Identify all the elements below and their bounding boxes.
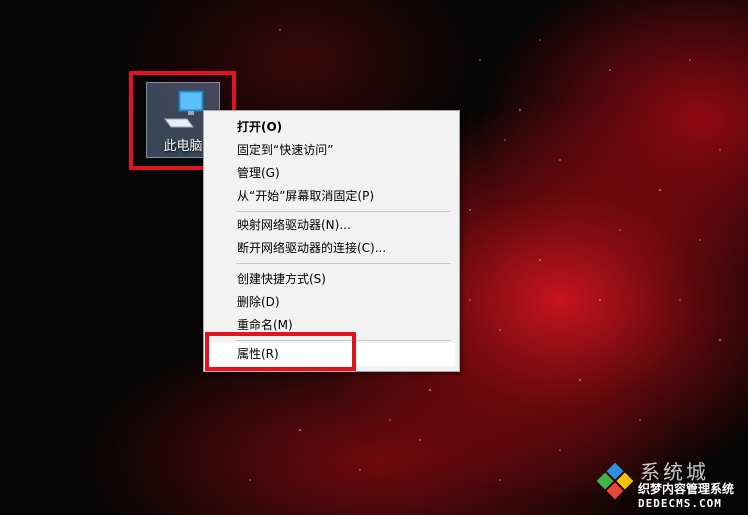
menu-item-unpin-start[interactable]: 从“开始”屏幕取消固定(P) (204, 185, 459, 208)
menu-item-pin-quick-access[interactable]: 固定到“快速访问” (204, 139, 459, 162)
menu-separator (236, 211, 451, 212)
menu-item-disconnect-network-drive[interactable]: 断开网络驱动器的连接(C)... (204, 237, 459, 260)
highlight-box-properties (205, 332, 356, 371)
menu-item-manage[interactable]: 管理(G) (204, 162, 459, 185)
menu-item-create-shortcut[interactable]: 创建快捷方式(S) (204, 268, 459, 291)
watermark-subtitle: 织梦内容管理系统 (638, 482, 735, 496)
windows-logo-icon (596, 462, 634, 500)
menu-item-map-network-drive[interactable]: 映射网络驱动器(N)... (204, 214, 459, 237)
menu-separator (236, 263, 451, 264)
site-watermark: 系统城 织梦内容管理系统 DEDECMS.COM (594, 456, 748, 515)
menu-item-open[interactable]: 打开(O) (204, 116, 459, 139)
menu-item-delete[interactable]: 删除(D) (204, 291, 459, 314)
watermark-url: DEDECMS.COM (638, 497, 722, 510)
